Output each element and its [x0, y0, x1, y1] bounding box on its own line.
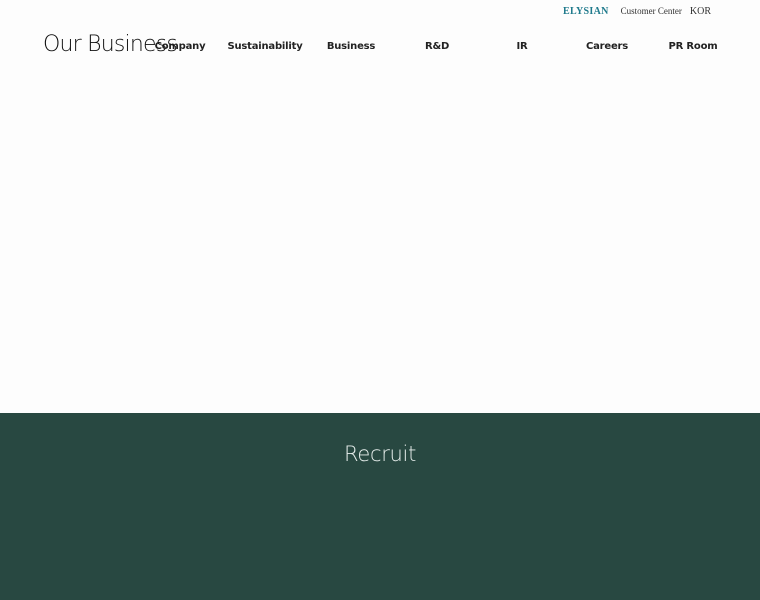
elysian-brand-link[interactable]: ELYSIAN: [563, 6, 609, 17]
nav-item-pr-room[interactable]: PR Room: [669, 41, 718, 52]
page: ELYSIAN Customer Center KOR Company Sust…: [0, 0, 760, 600]
nav-item-careers[interactable]: Careers: [586, 41, 628, 52]
utility-bar: ELYSIAN Customer Center KOR: [563, 6, 711, 17]
recruit-section: Recruit: [0, 413, 760, 600]
nav-item-rnd[interactable]: R&D: [425, 41, 449, 52]
hero-area: [0, 70, 760, 413]
language-selector[interactable]: KOR: [690, 6, 711, 17]
recruit-title[interactable]: Recruit: [0, 442, 760, 466]
customer-center-link[interactable]: Customer Center: [621, 6, 682, 16]
nav-item-business[interactable]: Business: [327, 41, 376, 52]
page-title: Our Business: [43, 32, 178, 57]
nav-item-sustainability[interactable]: Sustainability: [227, 41, 302, 52]
nav-item-ir[interactable]: IR: [516, 41, 527, 52]
